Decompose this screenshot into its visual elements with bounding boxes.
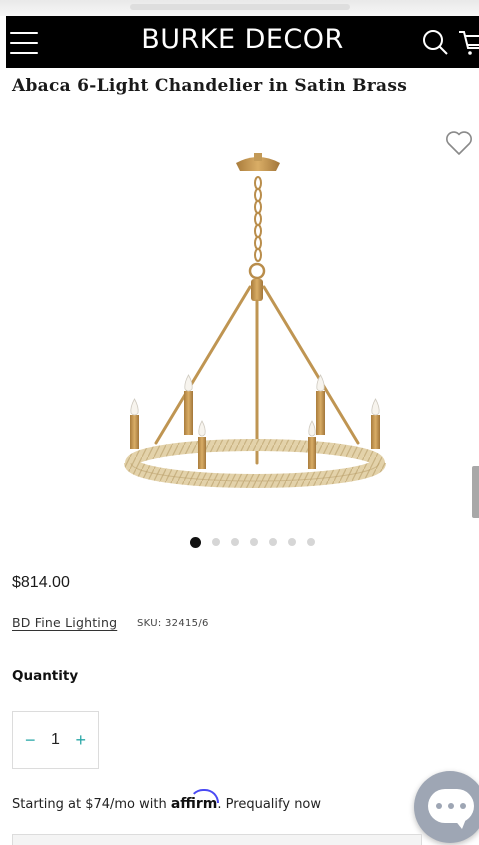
search-icon[interactable] [421, 28, 449, 56]
prequalify-link[interactable]: . Prequalify now [217, 797, 321, 812]
site-header: BURKE DECOR [6, 16, 479, 68]
cart-icon[interactable] [458, 28, 479, 56]
affirm-financing: Starting at $74/mo with affirm. Prequali… [12, 789, 321, 812]
gallery-dot[interactable] [250, 538, 258, 546]
product-title: Abaca 6-Light Chandelier in Satin Brass [12, 76, 408, 96]
product-sku: SKU: 32415/6 [137, 618, 209, 629]
gallery-dot[interactable] [269, 538, 277, 546]
chandelier-image [124, 153, 386, 488]
gallery-dot[interactable] [212, 538, 220, 546]
quantity-stepper: − 1 + [12, 711, 99, 769]
brand-logo[interactable]: BURKE DECOR [6, 24, 479, 55]
top-pill [130, 4, 350, 10]
affirm-logo: affirm [171, 789, 219, 812]
side-scroll-tab[interactable] [472, 466, 479, 518]
gallery-dots [190, 535, 315, 549]
gallery-dot[interactable] [288, 538, 296, 546]
vendor-link[interactable]: BD Fine Lighting [12, 615, 117, 630]
gallery-dot[interactable] [231, 538, 239, 546]
add-to-cart-bar[interactable] [12, 834, 422, 845]
product-price: $814.00 [12, 574, 70, 591]
financing-text: Starting at $74/mo with [12, 797, 171, 812]
chat-bubble-icon[interactable] [414, 771, 479, 843]
quantity-decrease-button[interactable]: − [25, 731, 36, 749]
quantity-label: Quantity [12, 668, 79, 684]
affirm-arc-icon [188, 789, 219, 803]
quantity-value[interactable]: 1 [51, 731, 60, 749]
gallery-dot[interactable] [190, 536, 201, 548]
gallery-dot[interactable] [307, 538, 315, 546]
quantity-increase-button[interactable]: + [75, 731, 86, 749]
browser-top-fade [0, 0, 479, 16]
heart-icon[interactable] [445, 130, 473, 156]
